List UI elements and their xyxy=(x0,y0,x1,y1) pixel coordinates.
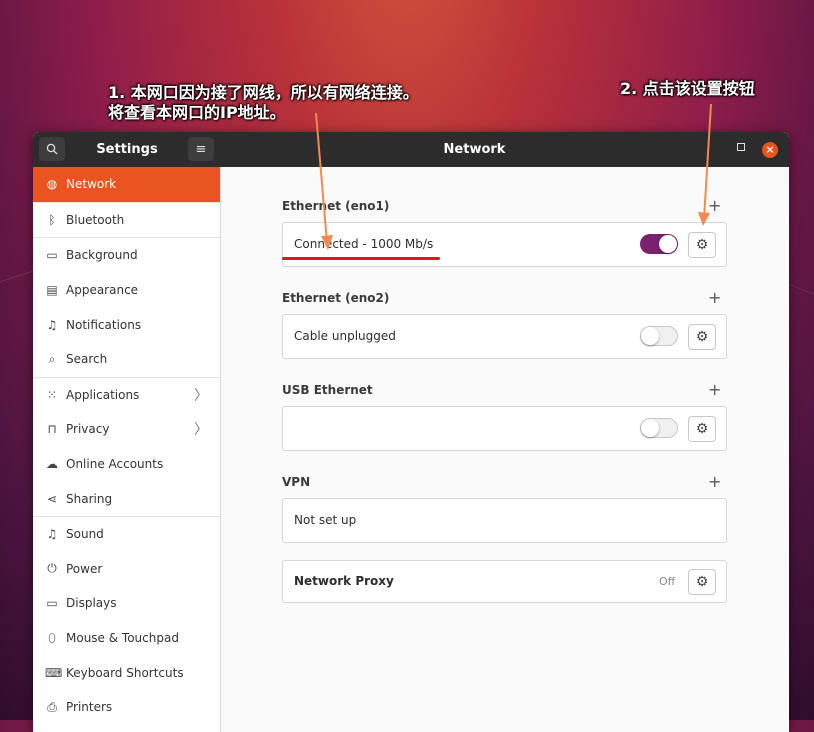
arrow-head-1 xyxy=(321,235,333,250)
arrow-head-2 xyxy=(698,212,710,226)
annotation-note-1-line-1: 1. 本网口因为接了网线，所以有网络连接。 xyxy=(108,83,419,102)
arrow-line-1 xyxy=(315,112,328,244)
annotation-note-2: 2. 点击该设置按钮 xyxy=(620,79,755,98)
annotation-note-1: 1. 本网口因为接了网线，所以有网络连接。 将查看本网口的IP地址。 xyxy=(108,83,419,123)
annotation-note-1-line-2: 将查看本网口的IP地址。 xyxy=(108,103,286,122)
arrow-line-2 xyxy=(703,103,712,220)
